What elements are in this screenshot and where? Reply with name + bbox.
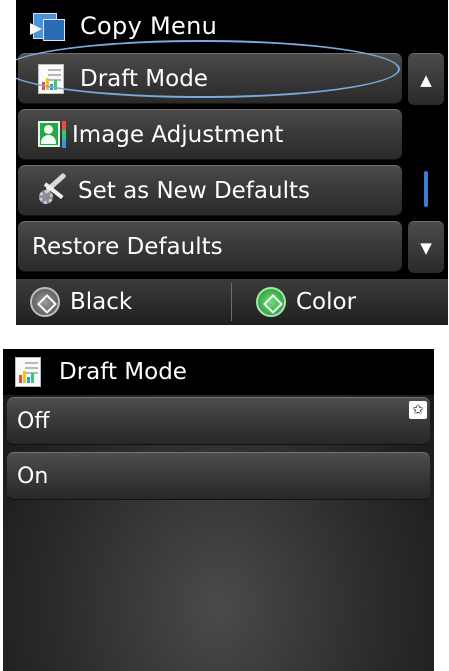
menu-item-set-as-new-defaults[interactable]: Set as New Defaults: [18, 165, 402, 216]
menu-item-restore-defaults[interactable]: Restore Defaults: [18, 221, 402, 272]
scrollbar[interactable]: ▲ ▼: [408, 53, 444, 273]
arrow-down-icon: ▼: [420, 238, 432, 257]
page-title: Copy Menu: [80, 11, 218, 40]
option-label: On: [17, 463, 49, 489]
menu-item-image-adjustment[interactable]: Image Adjustment: [18, 109, 402, 160]
arrow-up-icon: ▲: [420, 70, 432, 89]
menu-item-draft-mode[interactable]: Draft Mode: [18, 53, 402, 104]
draft-icon: [38, 63, 68, 94]
draft-mode-screen: Draft Mode Off ✩ On: [3, 349, 434, 671]
screen-header: Copy Menu: [16, 0, 448, 51]
menu-item-label: Draft Mode: [80, 65, 208, 92]
start-black-icon: [30, 287, 60, 317]
start-color-label: Color: [296, 289, 357, 315]
scroll-up-button[interactable]: ▲: [408, 53, 444, 105]
menu-item-label: Set as New Defaults: [78, 177, 310, 204]
draft-icon: [15, 357, 45, 387]
menu-item-label: Image Adjustment: [72, 121, 284, 148]
copy-menu-screen: Copy Menu Draft Mode Image Adjustment Se…: [16, 0, 448, 325]
option-on[interactable]: On: [7, 452, 430, 500]
start-black-label: Black: [70, 289, 133, 315]
start-black-button[interactable]: Black: [30, 279, 132, 325]
screen-header: Draft Mode: [3, 349, 434, 395]
divider: [231, 283, 232, 321]
option-label: Off: [17, 408, 50, 434]
copy-icon: [30, 11, 66, 41]
tools-icon: [38, 172, 68, 206]
menu-item-label: Restore Defaults: [32, 233, 223, 260]
scroll-down-button[interactable]: ▼: [408, 221, 444, 273]
option-off[interactable]: Off ✩: [7, 397, 430, 445]
page-title: Draft Mode: [59, 359, 187, 385]
default-star-icon: ✩: [409, 401, 427, 419]
start-color-icon: [256, 287, 286, 317]
image-adjust-icon: [38, 120, 68, 150]
scroll-thumb[interactable]: [424, 171, 428, 207]
start-color-button[interactable]: Color: [256, 279, 356, 325]
start-bar: Black Color: [16, 279, 448, 325]
